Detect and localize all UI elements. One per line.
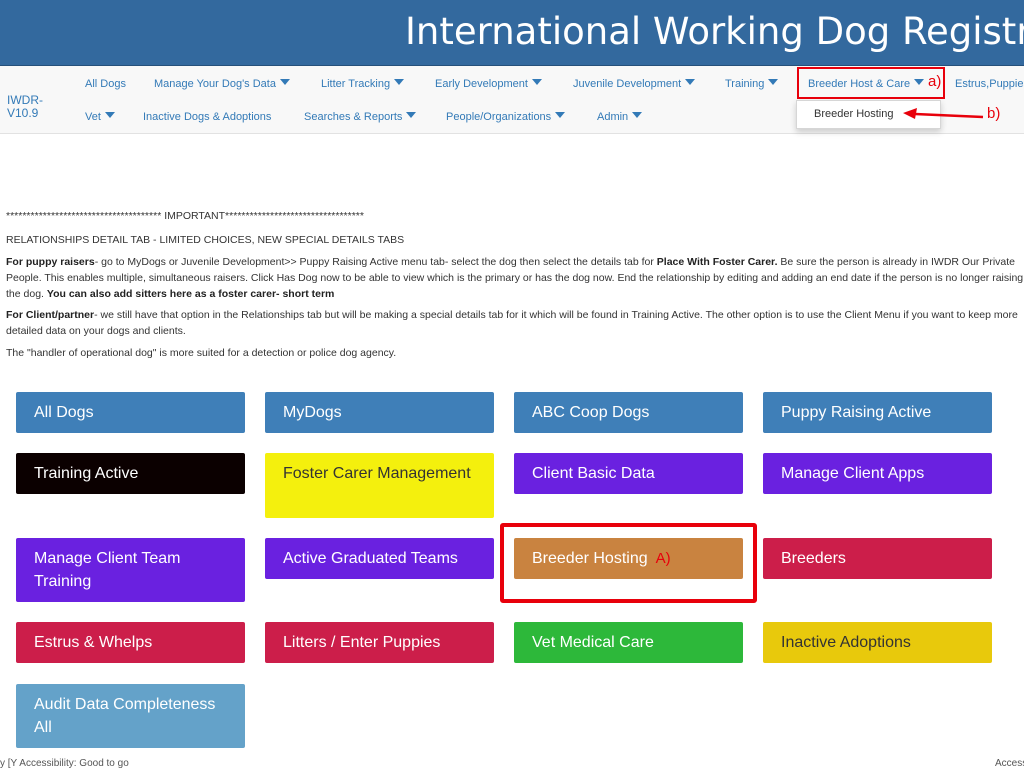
annotation-label: a) (928, 73, 942, 90)
nav-inactive-dogs-adoptions[interactable]: Inactive Dogs & Adoptions (143, 109, 271, 125)
caret-down-icon (531, 79, 542, 85)
nav-training[interactable]: Training (725, 76, 779, 92)
nav-early-development[interactable]: Early Development (435, 76, 542, 92)
nav-vet[interactable]: Vet (85, 109, 115, 125)
tile-breeders[interactable]: Breeders (763, 538, 992, 579)
important-banner: ************************************** I… (6, 210, 364, 222)
tile-foster-carer-management[interactable]: Foster Carer Management (265, 453, 494, 518)
nav-people-organizations[interactable]: People/Organizations (446, 109, 566, 125)
caret-down-icon (104, 112, 115, 118)
tile-litters-enter-puppies[interactable]: Litters / Enter Puppies (265, 622, 494, 663)
caret-down-icon (632, 112, 643, 118)
tile-manage-client-team-training[interactable]: Manage Client Team Training (16, 538, 245, 602)
nav-litter-tracking[interactable]: Litter Tracking (321, 76, 405, 92)
caret-down-icon (406, 112, 417, 118)
caret-down-icon (279, 79, 290, 85)
puppy-raisers-note: For puppy raisers- go to MyDogs or Juven… (6, 256, 1024, 300)
notes-heading: RELATIONSHIPS DETAIL TAB - LIMITED CHOIC… (6, 234, 405, 246)
tile-abc-coop-dogs[interactable]: ABC Coop Dogs (514, 392, 743, 433)
tile-inactive-adoptions[interactable]: Inactive Adoptions (763, 622, 992, 663)
site-header: International Working Dog Registry (0, 0, 1024, 66)
highlight-box (797, 67, 945, 99)
nav-manage-your-dogs-data[interactable]: Manage Your Dog's Data (154, 76, 290, 92)
caret-down-icon (394, 79, 405, 85)
brand-version[interactable]: IWDR-V10.9 (7, 94, 57, 120)
caret-down-icon (555, 112, 566, 118)
tile-all-dogs[interactable]: All Dogs (16, 392, 245, 433)
tile-manage-client-apps[interactable]: Manage Client Apps (763, 453, 992, 494)
nav-admin[interactable]: Admin (597, 109, 643, 125)
site-title: International Working Dog Registry (405, 10, 1024, 53)
status-bar-text-right: Accessi (995, 758, 1024, 769)
nav-searches-reports[interactable]: Searches & Reports (304, 109, 417, 125)
tile-mydogs[interactable]: MyDogs (265, 392, 494, 433)
highlight-box (500, 523, 757, 603)
nav-all-dogs[interactable]: All Dogs (85, 76, 126, 92)
caret-down-icon (768, 79, 779, 85)
tile-audit-data-completeness[interactable]: Audit Data Completeness All (16, 684, 245, 748)
tile-estrus-whelps[interactable]: Estrus & Whelps (16, 622, 245, 663)
tile-active-graduated-teams[interactable]: Active Graduated Teams (265, 538, 494, 579)
handler-note: The "handler of operational dog" is more… (6, 347, 397, 359)
annotation-label: b) (987, 105, 1001, 122)
caret-down-icon (685, 79, 696, 85)
nav-juvenile-development[interactable]: Juvenile Development (573, 76, 696, 92)
tile-training-active[interactable]: Training Active (16, 453, 245, 494)
tile-client-basic-data[interactable]: Client Basic Data (514, 453, 743, 494)
status-bar-text: y [Y Accessibility: Good to go (0, 758, 129, 769)
arrow-icon (903, 108, 984, 119)
tile-vet-medical-care[interactable]: Vet Medical Care (514, 622, 743, 663)
nav-estrus-puppies[interactable]: Estrus,Puppies (955, 76, 1024, 92)
tile-puppy-raising-active[interactable]: Puppy Raising Active (763, 392, 992, 433)
client-partner-note: For Client/partner- we still have that o… (6, 309, 1018, 337)
dropdown-item-breeder-hosting[interactable]: Breeder Hosting (814, 108, 894, 120)
